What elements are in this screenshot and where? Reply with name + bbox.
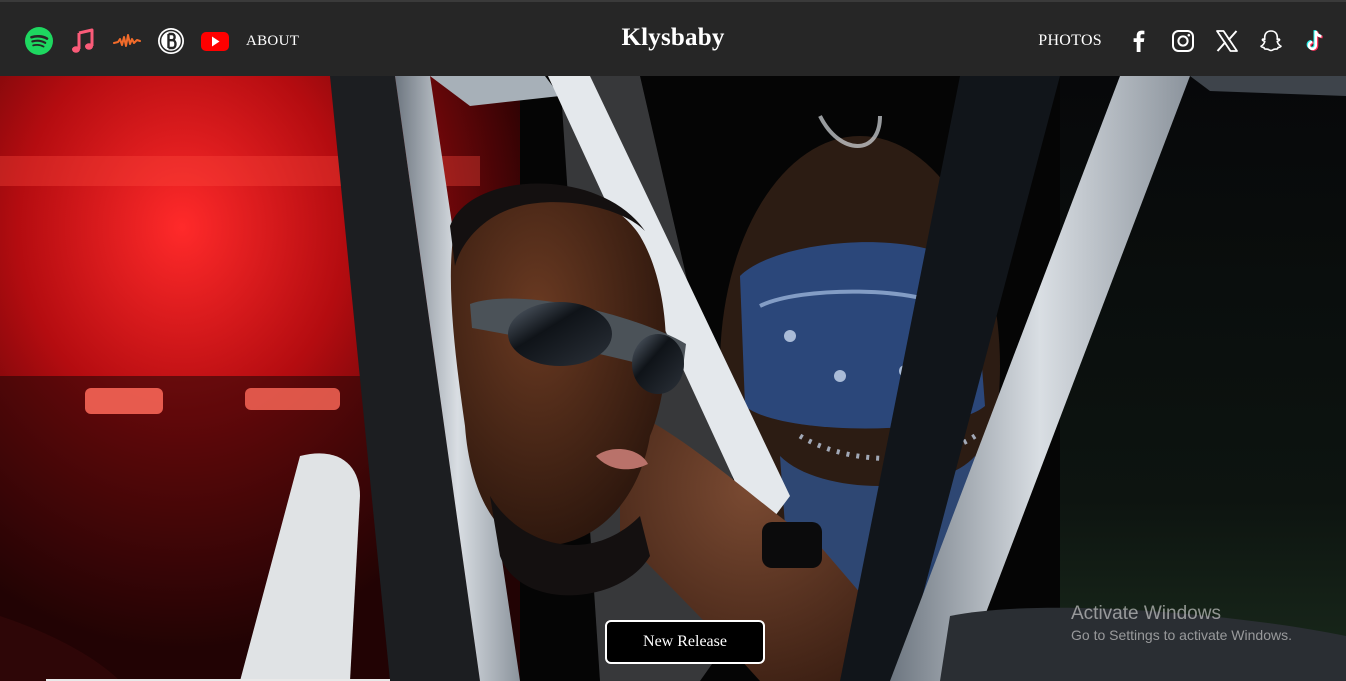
social-links: PHOTOS xyxy=(1036,24,1330,58)
top-navigation-bar: ABOUT Klysbaby PHOTOS xyxy=(0,0,1346,76)
hero-section: New Release Activate Windows Go to Setti… xyxy=(0,76,1346,681)
x-icon[interactable] xyxy=(1212,26,1242,56)
facebook-icon[interactable] xyxy=(1124,26,1154,56)
hero-photo xyxy=(0,76,1346,681)
watermark-title: Activate Windows xyxy=(1071,603,1221,624)
nav-link-photos[interactable]: PHOTOS xyxy=(1038,32,1102,50)
instagram-icon[interactable] xyxy=(1168,26,1198,56)
tiktok-icon[interactable] xyxy=(1300,26,1330,56)
watermark-subtitle: Go to Settings to activate Windows. xyxy=(1071,627,1292,643)
windows-activation-watermark: Activate Windows Go to Settings to activ… xyxy=(1071,603,1292,644)
new-release-button[interactable]: New Release xyxy=(605,620,765,664)
snapchat-icon[interactable] xyxy=(1256,26,1286,56)
